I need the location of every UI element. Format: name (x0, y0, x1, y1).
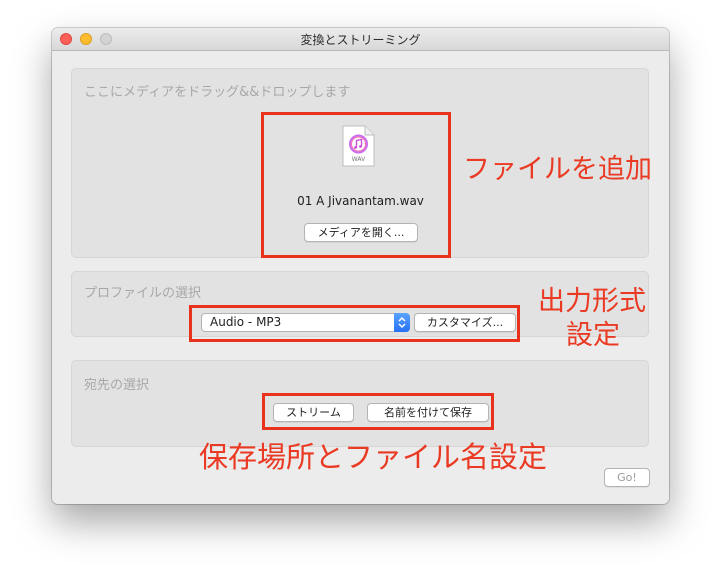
save-location-annotation: 保存場所とファイル名設定 (199, 440, 548, 474)
output-format-annotation-line2: 設定 (566, 320, 620, 351)
drop-panel-label: ここにメディアをドラッグ&&ドロップします (84, 85, 351, 100)
output-format-highlight-box (189, 305, 520, 342)
window-title: 変換とストリーミング (300, 33, 421, 47)
save-location-highlight-box (262, 393, 494, 430)
title-bar: 変換とストリーミング (52, 28, 669, 51)
convert-stream-window: 変換とストリーミング ここにメディアをドラッグ&&ドロップします WAV 01 … (52, 28, 669, 504)
go-button[interactable]: Go! (604, 468, 650, 487)
destination-panel-label: 宛先の選択 (84, 378, 150, 393)
profile-panel-label: プロファイルの選択 (84, 286, 202, 301)
add-file-highlight-box (261, 112, 451, 258)
add-file-annotation: ファイルを追加 (463, 154, 652, 185)
